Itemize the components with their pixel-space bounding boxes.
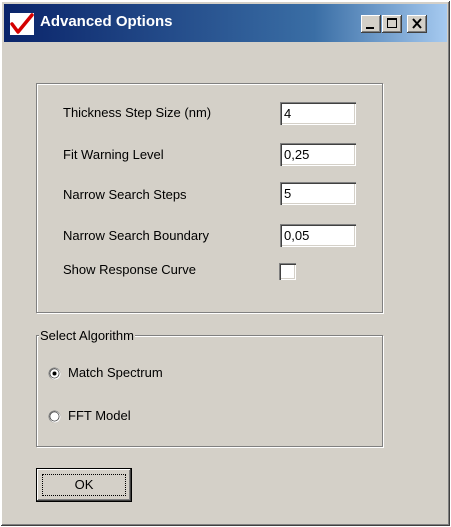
ok-button-label: OK (74, 477, 94, 492)
minimize-icon (366, 27, 374, 29)
fit-warning-level-label: Fit Warning Level (63, 147, 164, 162)
show-response-curve-checkbox[interactable] (279, 263, 296, 280)
narrow-search-steps-input[interactable]: 5 (280, 182, 356, 205)
window-title: Advanced Options (40, 13, 173, 30)
select-algorithm-legend: Select Algorithm (39, 327, 135, 344)
close-button[interactable] (407, 15, 427, 33)
close-icon (412, 18, 422, 29)
narrow-search-boundary-label: Narrow Search Boundary (63, 228, 209, 243)
title-bar[interactable]: Advanced Options (4, 4, 447, 42)
thickness-step-input[interactable]: 4 (280, 102, 356, 125)
ok-button[interactable]: OK (36, 468, 132, 502)
match-spectrum-label[interactable]: Match Spectrum (68, 364, 163, 382)
maximize-button[interactable] (382, 15, 402, 33)
fft-model-radio[interactable] (48, 410, 61, 423)
narrow-search-steps-label: Narrow Search Steps (63, 187, 187, 202)
narrow-search-boundary-input[interactable]: 0,05 (280, 224, 356, 247)
match-spectrum-radio[interactable] (48, 367, 61, 380)
thickness-step-label: Thickness Step Size (nm) (63, 105, 212, 120)
fit-warning-level-input[interactable]: 0,25 (280, 143, 356, 166)
minimize-button[interactable] (361, 15, 381, 33)
show-response-curve-label: Show Response Curve (63, 262, 196, 277)
select-algorithm-group: Select Algorithm (36, 327, 383, 447)
maximize-icon (387, 18, 397, 28)
advanced-options-window: Advanced Options Thickness Step Size (nm… (0, 0, 451, 527)
fft-model-label[interactable]: FFT Model (68, 407, 131, 425)
checkmark-icon (10, 13, 34, 35)
